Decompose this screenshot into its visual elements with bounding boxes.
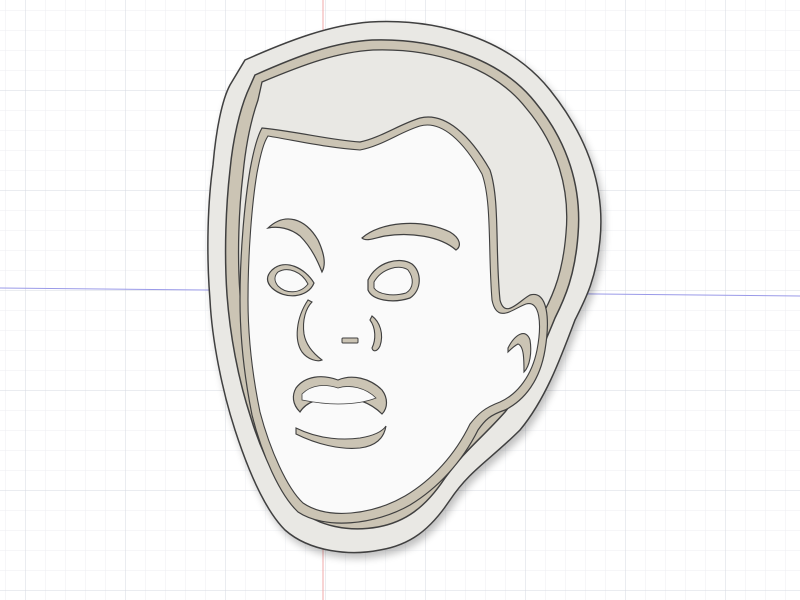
3d-viewport[interactable]: [0, 0, 800, 600]
nose-dash: [341, 337, 359, 344]
viewport-canvas[interactable]: [0, 0, 800, 600]
